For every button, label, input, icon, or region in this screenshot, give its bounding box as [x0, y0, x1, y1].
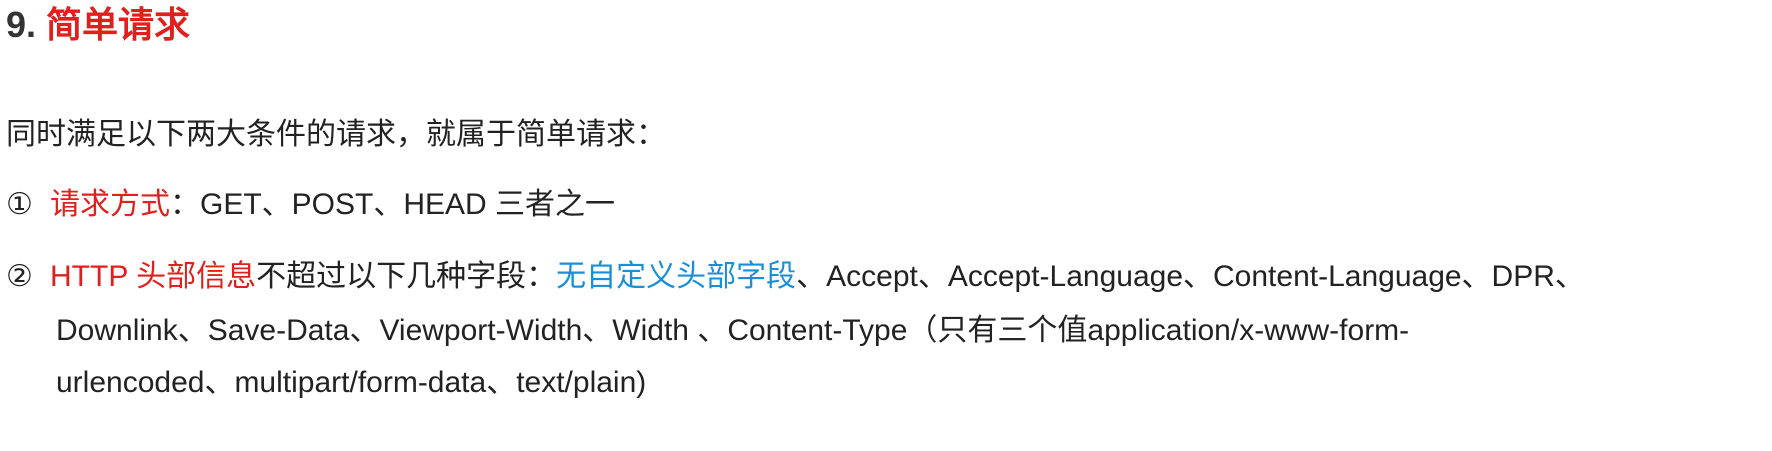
- section-heading: 9. 简单请求: [6, 0, 190, 50]
- item-2-text-a: 不超过以下几种字段：: [256, 260, 557, 293]
- item-1-highlight: 请求方式: [50, 188, 170, 221]
- condition-item-1: ① 请求方式：GET、POST、HEAD 三者之一: [6, 186, 615, 224]
- item-1-marker: ①: [6, 188, 33, 221]
- item-2-text-b: 、Accept、Accept-Language、Content-Language…: [796, 260, 1585, 293]
- condition-item-2-line-2: Downlink、Save-Data、Viewport-Width、Width …: [56, 314, 1410, 347]
- item-2-blue-text: 无自定义头部字段: [556, 260, 797, 293]
- item-2-highlight: HTTP 头部信息: [50, 260, 257, 293]
- item-1-text: ：GET、POST、HEAD 三者之一: [170, 188, 616, 221]
- intro-paragraph: 同时满足以下两大条件的请求，就属于简单请求：: [6, 118, 666, 151]
- condition-item-2-line-3: urlencoded、multipart/form-data、text/plai…: [56, 366, 647, 399]
- section-number: 9.: [6, 4, 37, 45]
- item-2-marker: ②: [6, 260, 33, 293]
- condition-item-2: ② HTTP 头部信息不超过以下几种字段：无自定义头部字段、Accept、Acce…: [6, 258, 1585, 296]
- section-title: 简单请求: [46, 4, 191, 45]
